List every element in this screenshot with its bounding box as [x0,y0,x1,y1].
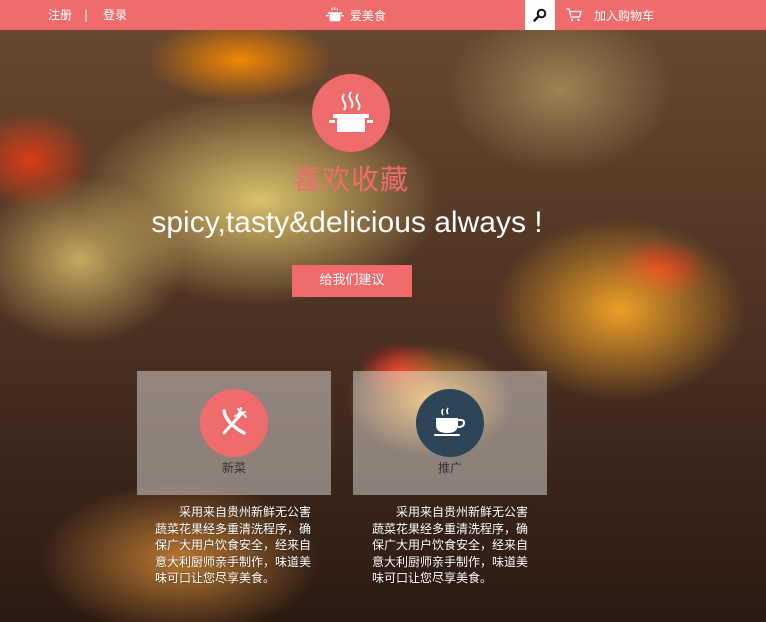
feature-circle [416,389,484,457]
feature-card-promotion[interactable]: 推广 [353,371,547,495]
add-to-cart-link[interactable]: 加入购物车 [566,0,654,30]
magnifier-icon [533,8,547,22]
feature-description: 采用来自贵州新鲜无公害蔬菜花果经多重清洗程序，确保广大用户饮食安全，经来自意大利… [372,505,529,585]
cooking-pot-icon [329,91,373,132]
login-link[interactable]: 登录 [103,0,127,30]
hero-title: 喜欢收藏 [292,163,409,196]
register-link[interactable]: 注册 [48,0,72,30]
nav-separator: | [84,8,89,22]
brand-logo[interactable]: 爱美食 [326,0,386,30]
cart-label: 加入购物车 [594,8,655,23]
fork-knife-icon [222,407,247,435]
feedback-button[interactable]: 给我们建议 [292,265,412,297]
top-navbar: 注册 | 登录 爱美食 加入购物车 [0,0,766,30]
cooking-pot-icon [326,7,344,22]
coffee-cup-icon [434,407,466,436]
feature-description: 采用来自贵州新鲜无公害蔬菜花果经多重清洗程序，确保广大用户饮食安全，经来自意大利… [155,505,312,585]
hero-badge [312,74,390,152]
feature-circle [200,389,268,457]
cart-icon [566,8,582,22]
feature-card-new-dishes[interactable]: 新菜 [137,371,331,495]
hero-subtitle: spicy,tasty&delicious always ! [151,206,543,239]
feature-label: 推广 [437,461,462,475]
brand-name: 爱美食 [350,8,387,23]
search-button[interactable] [525,0,555,30]
feature-label: 新菜 [221,461,246,475]
